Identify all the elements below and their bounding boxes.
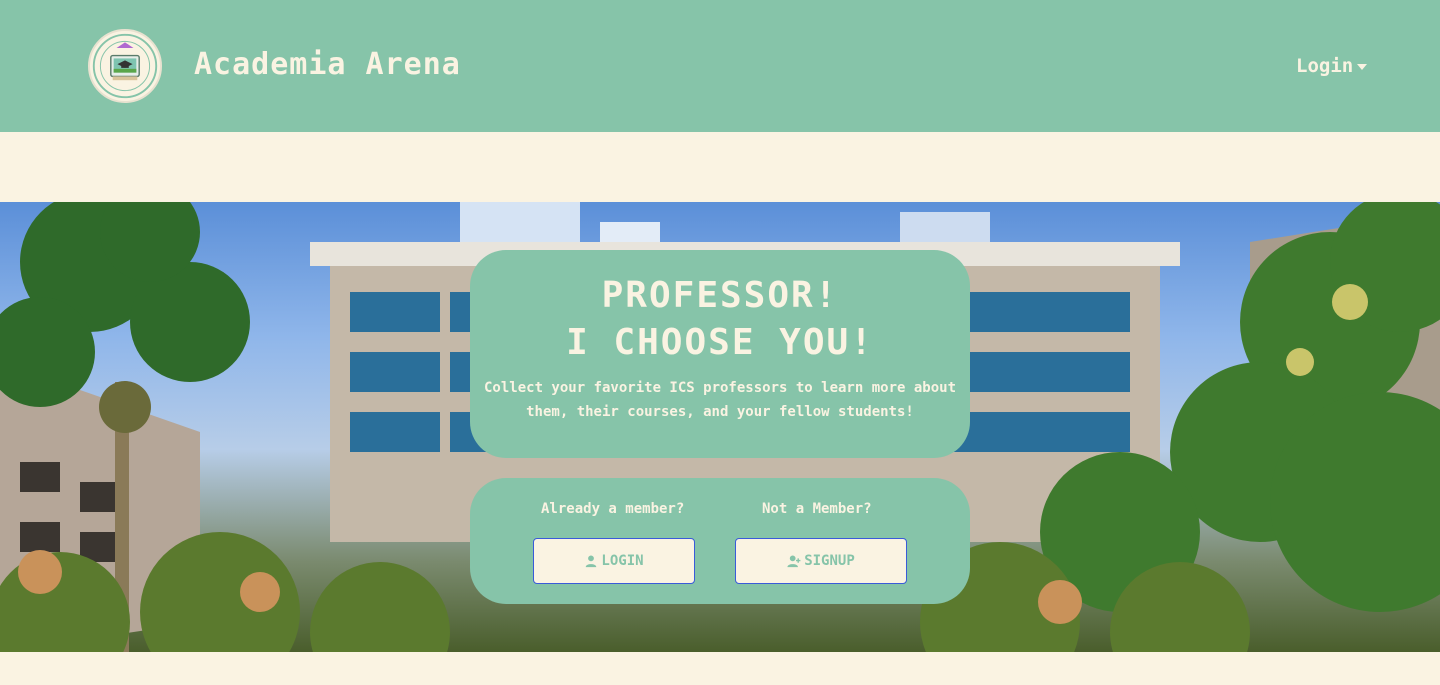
not-member-label: Not a Member? xyxy=(762,501,872,517)
academia-arena-logo[interactable] xyxy=(88,29,162,103)
already-member-label: Already a member? xyxy=(541,501,685,517)
login-button[interactable]: LOGIN xyxy=(533,538,695,584)
hero-title-line-2: I CHOOSE YOU! xyxy=(566,322,874,363)
hero-title-line-1: PROFESSOR! xyxy=(601,275,839,316)
person-add-icon xyxy=(787,555,801,568)
brand-title[interactable]: Academia Arena xyxy=(194,47,461,82)
navbar: Academia Arena Login xyxy=(0,0,1440,132)
signup-button[interactable]: SIGNUP xyxy=(735,538,907,584)
login-button-label: LOGIN xyxy=(601,553,644,569)
caret-down-icon xyxy=(1357,63,1368,70)
hero-subtitle: Collect your favorite ICS professors to … xyxy=(484,380,957,420)
logo-graphic-icon xyxy=(92,33,158,99)
login-dropdown-label: Login xyxy=(1296,55,1354,77)
signup-button-label: SIGNUP xyxy=(804,553,855,569)
page-footer-space xyxy=(0,652,1440,685)
person-icon xyxy=(586,555,597,568)
hero-title-card: PROFESSOR! I CHOOSE YOU! Collect your fa… xyxy=(470,250,970,458)
login-dropdown[interactable]: Login xyxy=(1296,55,1368,77)
auth-action-card: Already a member? Not a Member? LOGIN SI… xyxy=(470,478,970,604)
